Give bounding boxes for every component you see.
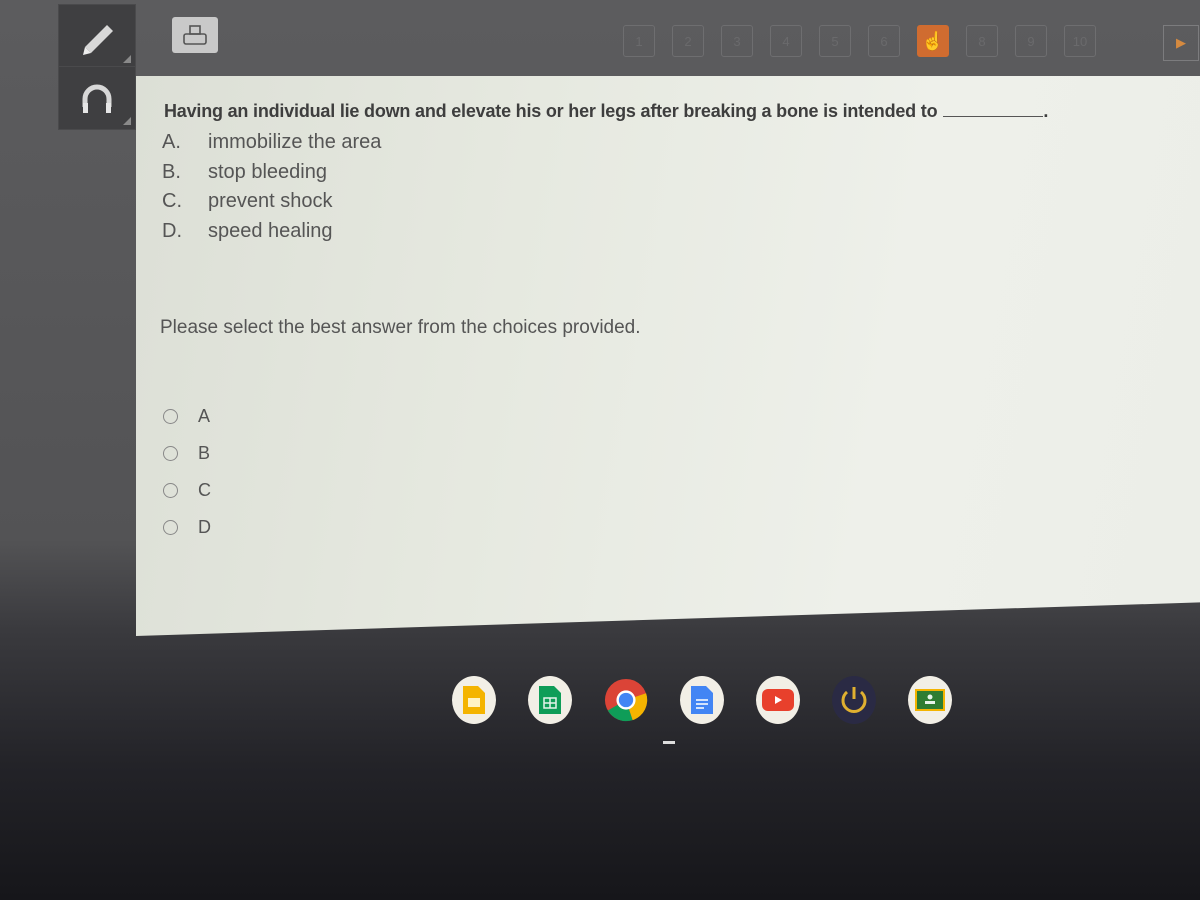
google-docs-icon — [691, 686, 713, 714]
question-text: Having an individual lie down and elevat… — [164, 101, 938, 121]
choice-item: C. prevent shock — [162, 187, 381, 217]
choice-letter: C. — [162, 190, 182, 213]
active-app-indicator — [663, 741, 675, 744]
youtube-icon — [762, 689, 794, 711]
period: . — [1043, 101, 1049, 121]
next-page-button[interactable]: ▶ — [1163, 25, 1199, 61]
answer-option-b[interactable]: B — [163, 435, 211, 472]
play-arrow-icon: ▶ — [1176, 35, 1186, 50]
hand-cursor-icon: ☝ — [921, 30, 945, 51]
headphones-icon — [82, 84, 112, 113]
audio-tool-button[interactable] — [58, 66, 136, 130]
youtube-app[interactable] — [756, 676, 800, 724]
answer-radio-group: A B C D — [163, 398, 211, 546]
answer-option-c[interactable]: C — [163, 472, 211, 509]
google-docs-app[interactable] — [680, 676, 724, 724]
choice-letter: B. — [162, 160, 181, 183]
page-button[interactable]: 9 — [1015, 25, 1047, 57]
radio-label[interactable]: C — [198, 480, 211, 501]
page-button[interactable]: 1 — [623, 25, 655, 57]
page-button[interactable]: 2 — [672, 25, 704, 57]
choice-text: immobilize the area — [208, 131, 382, 154]
print-button[interactable] — [172, 17, 218, 53]
google-sheets-icon — [539, 686, 561, 714]
page-button[interactable]: 8 — [966, 25, 998, 57]
printer-icon — [183, 25, 207, 45]
power-icon — [841, 687, 867, 713]
answer-blank — [943, 116, 1044, 117]
page-button[interactable]: 5 — [819, 25, 851, 57]
google-classroom-app[interactable] — [908, 676, 952, 724]
google-sheets-app[interactable] — [528, 676, 572, 724]
answer-option-a[interactable]: A — [163, 398, 211, 435]
radio-button[interactable] — [163, 446, 178, 461]
choice-item: B. stop bleeding — [162, 158, 381, 188]
choice-list: A. immobilize the area B. stop bleeding C.… — [162, 128, 381, 246]
answer-option-d[interactable]: D — [163, 509, 211, 546]
pencil-tool-button[interactable] — [58, 4, 136, 68]
chrome-icon — [604, 678, 648, 722]
google-classroom-icon — [915, 689, 945, 711]
choice-letter: D. — [162, 219, 182, 242]
radio-button[interactable] — [163, 520, 178, 535]
choice-item: A. immobilize the area — [162, 128, 381, 158]
page-button[interactable]: 6 — [868, 25, 900, 57]
google-slides-app[interactable] — [452, 676, 496, 724]
choice-text: speed healing — [208, 219, 333, 242]
choice-text: stop bleeding — [208, 160, 327, 183]
page-button[interactable]: 3 — [721, 25, 753, 57]
page-navigation: 1 2 3 4 5 6 ☝ 8 9 10 — [623, 25, 1096, 57]
radio-label[interactable]: D — [198, 517, 211, 538]
instruction-text: Please select the best answer from the c… — [160, 317, 641, 338]
page-button-current[interactable]: ☝ — [917, 25, 949, 57]
google-slides-icon — [463, 686, 485, 714]
app-shelf — [452, 676, 952, 724]
chrome-app[interactable] — [604, 676, 648, 724]
choice-item: D. speed healing — [162, 217, 381, 247]
page-button[interactable]: 10 — [1064, 25, 1096, 57]
radio-button[interactable] — [163, 483, 178, 498]
page-button[interactable]: 4 — [770, 25, 802, 57]
question-stem: Having an individual lie down and elevat… — [164, 101, 1048, 122]
power-app[interactable] — [832, 676, 876, 724]
choice-letter: A. — [162, 131, 181, 154]
radio-label[interactable]: B — [198, 443, 210, 464]
pencil-icon — [83, 25, 113, 55]
choice-text: prevent shock — [208, 190, 333, 213]
radio-button[interactable] — [163, 409, 178, 424]
radio-label[interactable]: A — [198, 406, 210, 427]
